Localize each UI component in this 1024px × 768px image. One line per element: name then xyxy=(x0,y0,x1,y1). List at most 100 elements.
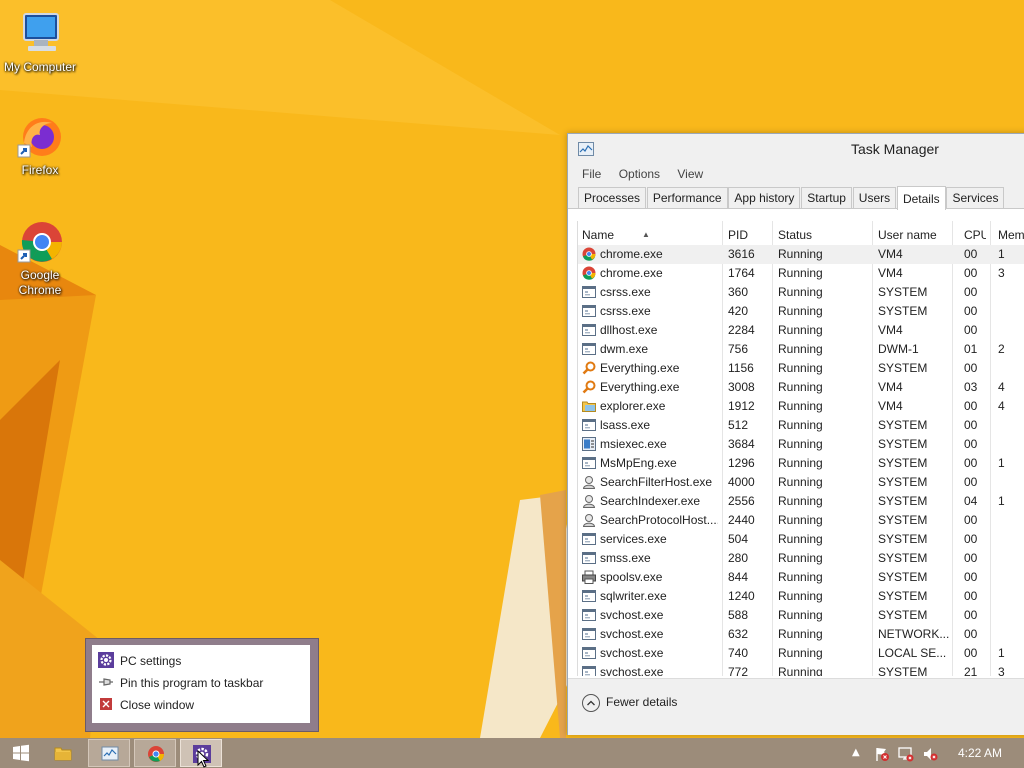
action-center-flag-icon[interactable] xyxy=(874,746,890,762)
taskbar-jump-list: PC settings Pin this program to taskbar … xyxy=(85,638,319,732)
process-cpu: 00 xyxy=(964,513,978,527)
process-cpu: 00 xyxy=(964,304,978,318)
task-manager-window[interactable]: Task Manager File Options View Processes… xyxy=(567,133,1024,735)
jump-list-item-pin-taskbar[interactable]: Pin this program to taskbar xyxy=(98,673,263,693)
menu-file[interactable]: File xyxy=(582,164,601,184)
desktop-icon-firefox[interactable]: Firefox xyxy=(0,113,80,178)
table-row[interactable]: chrome.exe 1764 Running VM4 00 3 xyxy=(578,264,1024,283)
process-name-cell: chrome.exe xyxy=(582,245,718,264)
desktop-icon-google-chrome[interactable]: Google Chrome xyxy=(0,218,80,298)
table-row[interactable]: Everything.exe 1156 Running SYSTEM 00 xyxy=(578,359,1024,378)
process-user: SYSTEM xyxy=(878,418,928,432)
table-row[interactable]: svchost.exe 588 Running SYSTEM 00 xyxy=(578,606,1024,625)
table-row[interactable]: spoolsv.exe 844 Running SYSTEM 00 xyxy=(578,568,1024,587)
table-row[interactable]: csrss.exe 420 Running SYSTEM 00 xyxy=(578,302,1024,321)
table-row[interactable]: svchost.exe 632 Running NETWORK... 00 xyxy=(578,625,1024,644)
process-name: svchost.exe xyxy=(600,646,664,660)
process-name: svchost.exe xyxy=(600,665,664,676)
table-row[interactable]: dllhost.exe 2284 Running VM4 00 xyxy=(578,321,1024,340)
process-pid: 280 xyxy=(728,551,749,565)
tab-performance[interactable]: Performance xyxy=(646,187,728,208)
table-row[interactable]: chrome.exe 3616 Running VM4 00 1 xyxy=(578,245,1024,264)
network-icon[interactable] xyxy=(898,746,914,762)
taskbar-file-explorer[interactable] xyxy=(42,739,84,767)
process-memory: 2 xyxy=(998,342,1005,356)
process-memory: 3 xyxy=(998,266,1005,280)
process-cpu: 03 xyxy=(964,380,978,394)
process-status: Running xyxy=(778,551,823,565)
table-row[interactable]: SearchProtocolHost.... 2440 Running SYSTEM 0… xyxy=(578,511,1024,530)
process-name: SearchFilterHost.exe xyxy=(600,475,713,489)
table-row[interactable]: svchost.exe 772 Running SYSTEM 21 3 xyxy=(578,663,1024,676)
process-user: SYSTEM xyxy=(878,608,928,622)
taskbar-clock[interactable]: 4:22 AM xyxy=(958,746,1002,760)
menu-view[interactable]: View xyxy=(677,164,703,184)
process-pid: 2556 xyxy=(728,494,755,508)
desktop-icon-label: Google Chrome xyxy=(18,268,62,297)
taskbar-chrome[interactable] xyxy=(134,739,176,767)
tab-processes[interactable]: Processes xyxy=(578,187,647,208)
jump-list-item-close-window[interactable]: Close window xyxy=(98,695,194,715)
process-cpu: 00 xyxy=(964,475,978,489)
process-name-cell: svchost.exe xyxy=(582,663,718,676)
process-user: SYSTEM xyxy=(878,532,928,546)
process-user: SYSTEM xyxy=(878,285,928,299)
desktop-icon-label: Firefox xyxy=(21,163,59,177)
table-row[interactable]: explorer.exe 1912 Running VM4 00 4 xyxy=(578,397,1024,416)
table-row[interactable]: smss.exe 280 Running SYSTEM 00 xyxy=(578,549,1024,568)
process-status: Running xyxy=(778,456,823,470)
table-row[interactable]: SearchFilterHost.exe 4000 Running SYSTEM 00 xyxy=(578,473,1024,492)
process-name-cell: sqlwriter.exe xyxy=(582,587,718,606)
table-row[interactable]: msiexec.exe 3684 Running SYSTEM 00 xyxy=(578,435,1024,454)
table-row[interactable]: sqlwriter.exe 1240 Running SYSTEM 00 xyxy=(578,587,1024,606)
process-pid: 756 xyxy=(728,342,749,356)
process-name: SearchProtocolHost.... xyxy=(600,513,718,527)
process-cpu: 00 xyxy=(964,532,978,546)
table-row[interactable]: services.exe 504 Running SYSTEM 00 xyxy=(578,530,1024,549)
installer-icon xyxy=(582,437,596,451)
search-user-icon xyxy=(582,494,596,508)
show-hidden-icons-button[interactable]: ▲ xyxy=(852,747,860,758)
process-name: Everything.exe xyxy=(600,380,680,394)
table-row[interactable]: lsass.exe 512 Running SYSTEM 00 xyxy=(578,416,1024,435)
process-name-cell: SearchFilterHost.exe xyxy=(582,473,718,492)
taskbar-task-manager[interactable] xyxy=(88,739,130,767)
table-row[interactable]: csrss.exe 360 Running SYSTEM 00 xyxy=(578,283,1024,302)
table-row[interactable]: MsMpEng.exe 1296 Running SYSTEM 00 1 xyxy=(578,454,1024,473)
tab-app-history[interactable]: App history xyxy=(728,187,801,208)
process-cpu: 00 xyxy=(964,437,978,451)
process-user: VM4 xyxy=(878,266,903,280)
tab-startup[interactable]: Startup xyxy=(801,187,852,208)
process-pid: 504 xyxy=(728,532,749,546)
window-icon xyxy=(582,627,596,641)
table-row[interactable]: Everything.exe 3008 Running VM4 03 4 xyxy=(578,378,1024,397)
jump-list-menu: PC settings Pin this program to taskbar … xyxy=(92,645,310,723)
process-name: csrss.exe xyxy=(600,304,651,318)
process-name: spoolsv.exe xyxy=(600,570,663,584)
fewer-details-button[interactable]: Fewer details xyxy=(582,693,677,712)
chevron-up-icon xyxy=(582,693,600,712)
task-manager-titlebar[interactable]: Task Manager xyxy=(568,134,1024,164)
tab-details[interactable]: Details xyxy=(896,186,946,210)
process-name-cell: svchost.exe xyxy=(582,644,718,663)
table-row[interactable]: dwm.exe 756 Running DWM-1 01 2 xyxy=(578,340,1024,359)
pin-icon xyxy=(98,674,114,690)
process-name: dwm.exe xyxy=(600,342,649,356)
start-button[interactable] xyxy=(0,739,42,767)
close-icon xyxy=(98,696,114,712)
process-name-cell: smss.exe xyxy=(582,549,718,568)
menu-options[interactable]: Options xyxy=(619,164,660,184)
jump-list-item-pc-settings[interactable]: PC settings xyxy=(98,651,181,671)
tab-services[interactable]: Services xyxy=(946,187,1005,208)
table-row[interactable]: svchost.exe 740 Running LOCAL SE... 00 1 xyxy=(578,644,1024,663)
process-cpu: 00 xyxy=(964,247,978,261)
process-status: Running xyxy=(778,361,823,375)
desktop-icon-my-computer[interactable]: My Computer xyxy=(0,10,80,75)
process-name: csrss.exe xyxy=(600,285,651,299)
mouse-cursor-icon xyxy=(197,750,209,768)
table-row[interactable]: SearchIndexer.exe 2556 Running SYSTEM 04 1 xyxy=(578,492,1024,511)
process-pid: 772 xyxy=(728,665,749,676)
volume-muted-icon[interactable] xyxy=(922,746,938,762)
computer-icon xyxy=(16,10,64,58)
tab-users[interactable]: Users xyxy=(852,187,897,208)
